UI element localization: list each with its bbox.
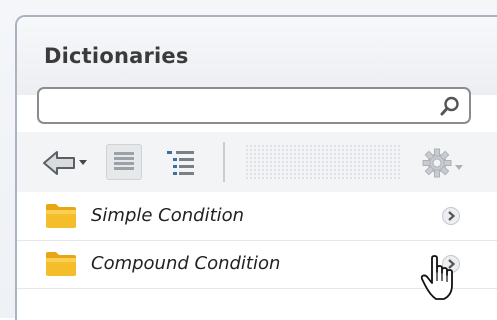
list-item-label: Compound Condition (91, 253, 281, 274)
toolbar-grip (245, 144, 400, 180)
folder-icon (46, 204, 76, 228)
chevron-right-icon[interactable] (441, 206, 461, 226)
search-icon[interactable] (439, 95, 461, 117)
toolbar (17, 132, 497, 192)
back-arrow-dropdown-icon[interactable] (41, 149, 91, 177)
panel-header: Dictionaries (17, 17, 497, 95)
list-item-label: Simple Condition (91, 205, 245, 226)
search-input[interactable] (47, 93, 431, 120)
hand-cursor-icon (420, 255, 453, 300)
folder-icon (46, 252, 76, 276)
tree-view-icon[interactable] (163, 147, 199, 179)
panel-title: Dictionaries (44, 44, 189, 68)
list-view-button[interactable] (106, 144, 142, 180)
list-view-icon (114, 152, 134, 170)
list-item-simple-condition[interactable]: Simple Condition (17, 192, 497, 241)
toolbar-separator (223, 142, 225, 182)
gear-dropdown-icon[interactable] (419, 145, 469, 181)
search-field[interactable] (37, 87, 471, 124)
